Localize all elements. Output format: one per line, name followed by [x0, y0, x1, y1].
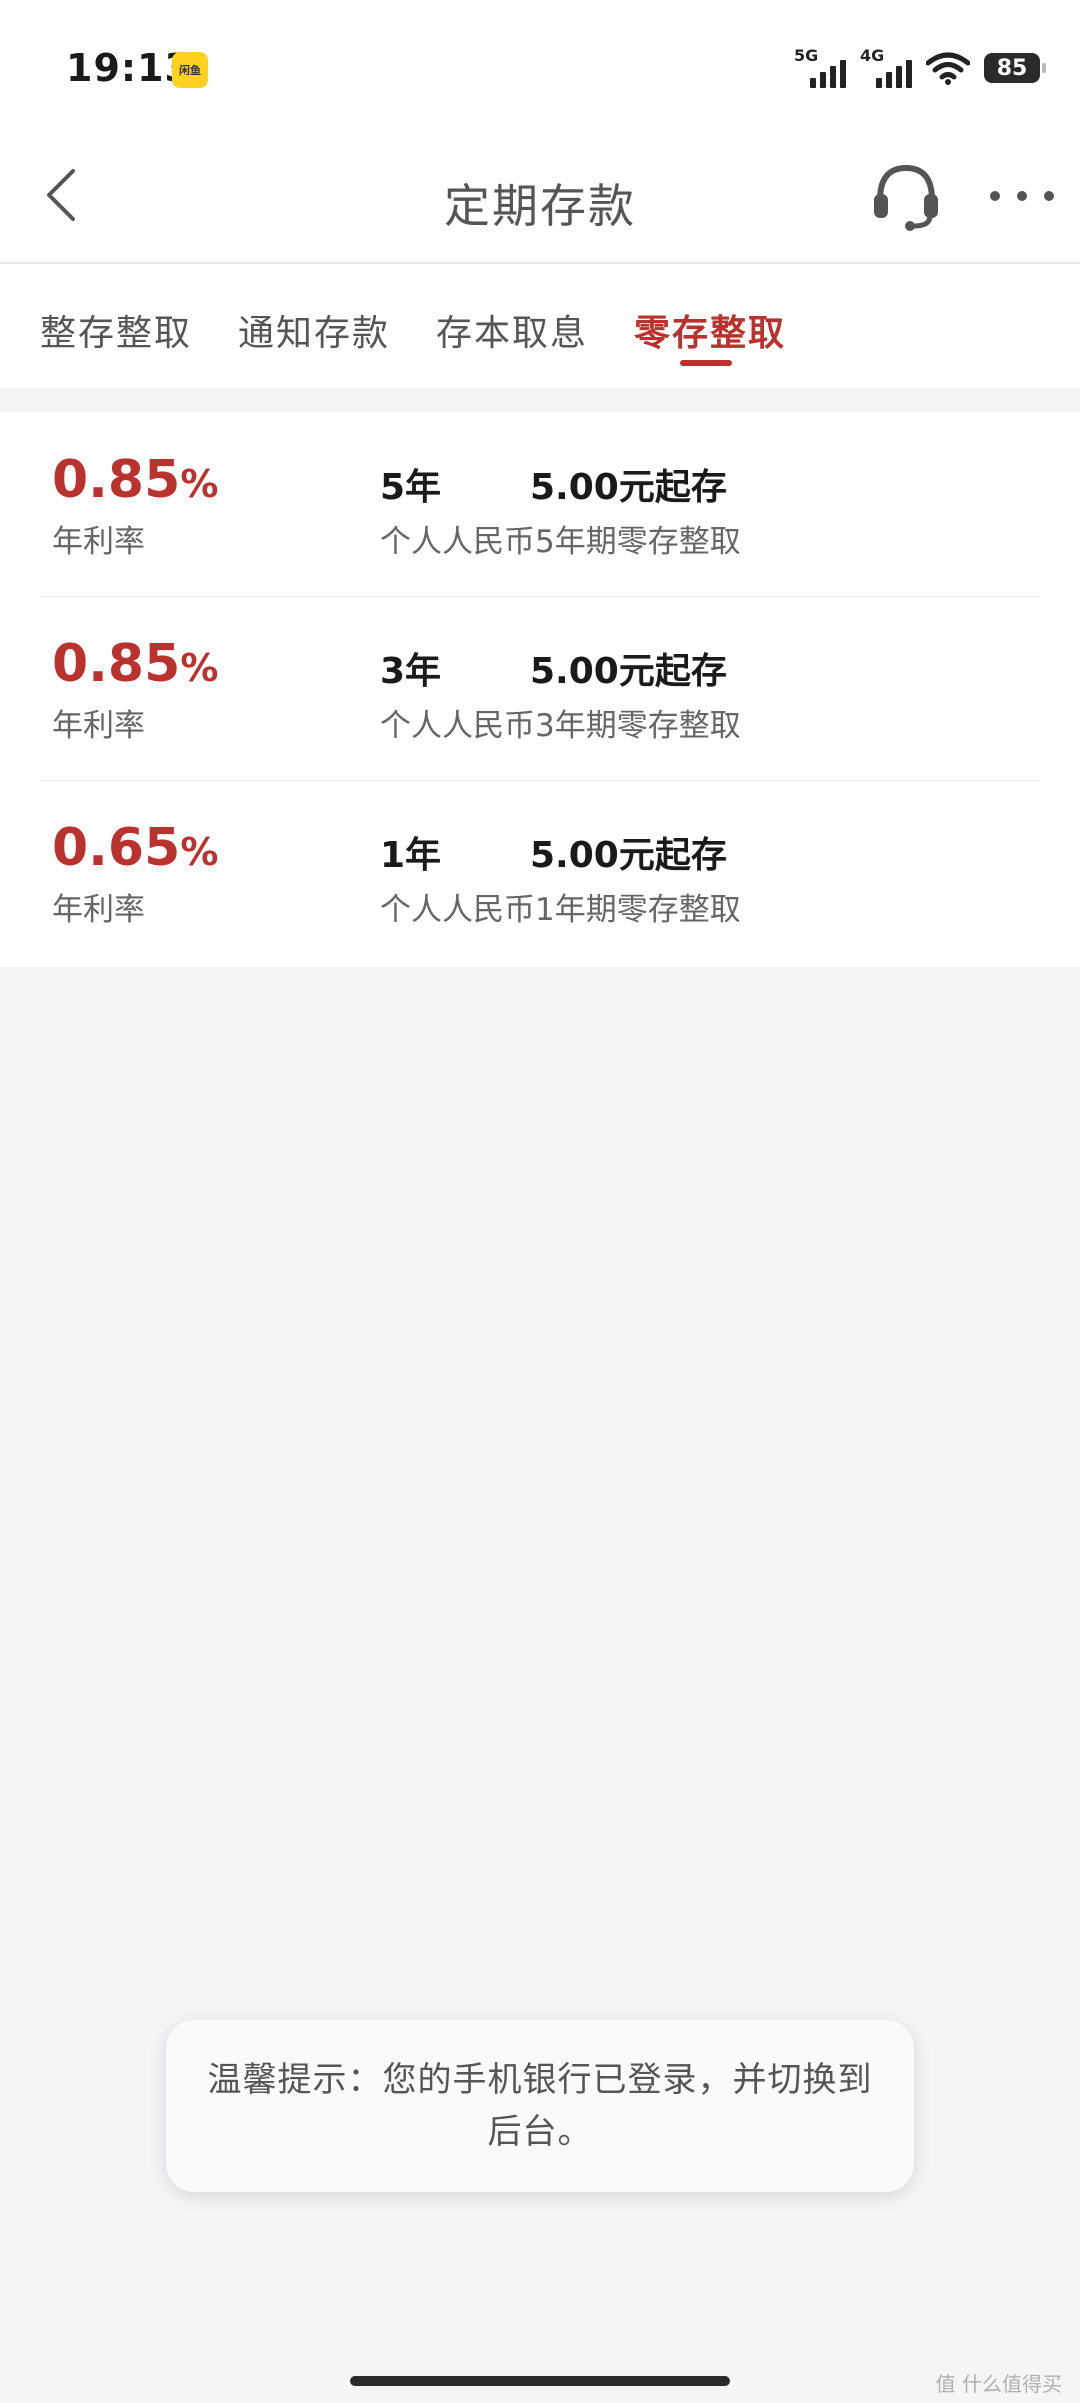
list-item[interactable]: 0.85% 年利率 5年 5.00元起存 个人人民币5年期零存整取	[40, 412, 1040, 596]
minimum-amount: 5.00元起存	[530, 651, 727, 692]
tab-principal-interest[interactable]: 存本取息	[436, 304, 588, 356]
wifi-icon	[926, 52, 970, 85]
product-name: 个人人民币5年期零存整取	[380, 524, 741, 560]
interest-rate: 0.85%	[52, 450, 219, 510]
status-bar: 19:13 闲鱼 5G 4G 85	[0, 0, 1080, 140]
deposit-type-tabs: 整存整取 通知存款 存本取息 零存整取	[0, 264, 1080, 388]
rate-caption: 年利率	[52, 524, 145, 560]
toast-message: 温馨提示：您的手机银行已登录，并切换到后台。	[207, 2060, 873, 2152]
home-indicator[interactable]	[350, 2376, 730, 2386]
more-dot-icon	[990, 191, 1000, 201]
tab-lump-sum[interactable]: 整存整取	[40, 304, 192, 356]
app-notification-icon: 闲鱼	[172, 52, 208, 88]
signal-5g-icon: 5G	[794, 46, 846, 88]
interest-rate: 0.65%	[52, 818, 219, 878]
rate-caption: 年利率	[52, 892, 145, 928]
toast-notification: 温馨提示：您的手机银行已登录，并切换到后台。	[166, 2020, 914, 2192]
term: 3年	[380, 651, 442, 692]
product-name: 个人人民币1年期零存整取	[380, 892, 741, 928]
battery-indicator: 85	[984, 53, 1046, 83]
headset-icon	[874, 164, 938, 231]
minimum-amount: 5.00元起存	[530, 835, 727, 876]
term: 5年	[380, 467, 442, 508]
interest-rate: 0.85%	[52, 634, 219, 694]
active-tab-indicator	[680, 360, 732, 366]
rate-caption: 年利率	[52, 708, 145, 744]
minimum-amount: 5.00元起存	[530, 467, 727, 508]
more-dot-icon	[1044, 191, 1054, 201]
list-item[interactable]: 0.65% 年利率 1年 5.00元起存 个人人民币1年期零存整取	[40, 780, 1040, 964]
navigation-bar: 定期存款	[0, 140, 1080, 264]
watermark: 值 什么值得买	[935, 2372, 1062, 2396]
tab-notice-deposit[interactable]: 通知存款	[238, 304, 390, 356]
more-options-button[interactable]	[990, 176, 1054, 216]
signal-4g-icon: 4G	[860, 46, 912, 88]
more-dot-icon	[1017, 191, 1027, 201]
list-item[interactable]: 0.85% 年利率 3年 5.00元起存 个人人民币3年期零存整取	[40, 596, 1040, 780]
tab-installment-savings[interactable]: 零存整取	[634, 304, 786, 356]
customer-service-button[interactable]	[870, 160, 942, 232]
status-indicators: 5G 4G 85	[794, 46, 1046, 88]
product-name: 个人人民币3年期零存整取	[380, 708, 741, 744]
term: 1年	[380, 835, 442, 876]
rate-list: 0.85% 年利率 5年 5.00元起存 个人人民币5年期零存整取 0.85% …	[0, 412, 1080, 967]
